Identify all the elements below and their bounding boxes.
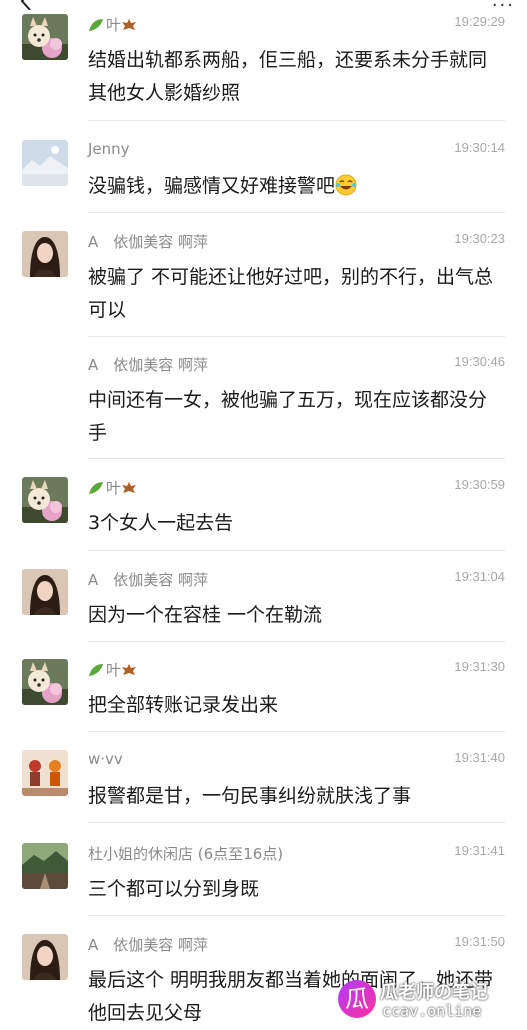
sender-name: A 依伽美容 啊萍 [88,571,209,589]
watermark-title: 瓜老师の笔记 [380,982,488,1003]
sender-name: Jenny [88,140,130,158]
timestamp: 19:31:50 [454,934,505,949]
sender-name: 叶 [88,14,139,35]
message-text: 因为一个在容桂 一个在勒流 [88,604,323,626]
laughing-tears-emoji [335,174,357,196]
divider [88,822,505,823]
leaf-icon [89,482,103,494]
sender-name: A 依伽美容 啊萍 [88,936,209,954]
message-text: 3个女人一起去告 [88,512,234,534]
leaf-icon [89,19,103,31]
woman-avatar[interactable] [22,934,68,980]
divider [88,336,505,337]
sender-name: 叶 [88,659,139,680]
more-options-icon[interactable]: ··· [492,0,515,15]
cartoon-avatar[interactable] [22,750,68,796]
timestamp: 19:30:14 [454,140,505,155]
sender-name: A 依伽美容 啊萍 [88,233,209,251]
timestamp: 19:30:23 [454,231,505,246]
message-text: 没骗钱，骗感情又好难接警吧 [88,170,498,203]
timestamp: 19:31:40 [454,750,505,765]
sender-name: 杜小姐的休闲店 (6点至16点) [88,845,284,863]
timestamp: 19:30:59 [454,477,505,492]
watermark-subtitle: ccav.online [382,1002,482,1020]
timestamp: 19:31:41 [454,843,505,858]
woman-avatar[interactable] [22,231,68,277]
divider [88,212,505,213]
top-bar: ··· [0,0,527,22]
sender-name: A 依伽美容 啊萍 [88,356,209,374]
sender-name: w·vv [88,750,123,768]
leaf-icon [89,664,103,676]
divider [88,915,505,916]
landscape-avatar[interactable] [22,140,68,186]
divider [88,731,505,732]
watermark-logo: 瓜 [338,980,376,1018]
message-text: 三个都可以分到身既 [88,878,260,900]
message-text: 中间还有一女，被他骗了五万，现在应该都没分手 [88,389,488,444]
message-text: 结婚出轨都系两船，佢三船，还要系未分手就同其他女人影婚纱照 [88,49,488,104]
dog-avatar[interactable] [22,659,68,705]
sender-name: 叶 [88,477,139,498]
divider [88,458,505,459]
scenery-avatar[interactable] [22,843,68,889]
woman-avatar[interactable] [22,569,68,615]
watermark: 瓜 瓜老师の笔记 ccav.online [336,976,526,1024]
message-text: 报警都是甘，一句民事纠纷就肤浅了事 [88,785,412,807]
divider [88,641,505,642]
timestamp: 19:29:29 [454,14,505,29]
maple-leaf-icon [122,482,137,493]
maple-leaf-icon [122,19,137,30]
divider [88,550,505,551]
divider [88,120,505,121]
timestamp: 19:31:30 [454,659,505,674]
message-text: 被骗了 不可能还让他好过吧，别的不行，出气总可以 [88,266,494,321]
dog-avatar[interactable] [22,477,68,523]
timestamp: 19:31:04 [454,569,505,584]
message-text: 把全部转账记录发出来 [88,694,279,716]
timestamp: 19:30:46 [454,354,505,369]
maple-leaf-icon [122,664,137,675]
back-arrow-icon[interactable] [18,0,36,10]
dog-avatar[interactable] [22,14,68,60]
